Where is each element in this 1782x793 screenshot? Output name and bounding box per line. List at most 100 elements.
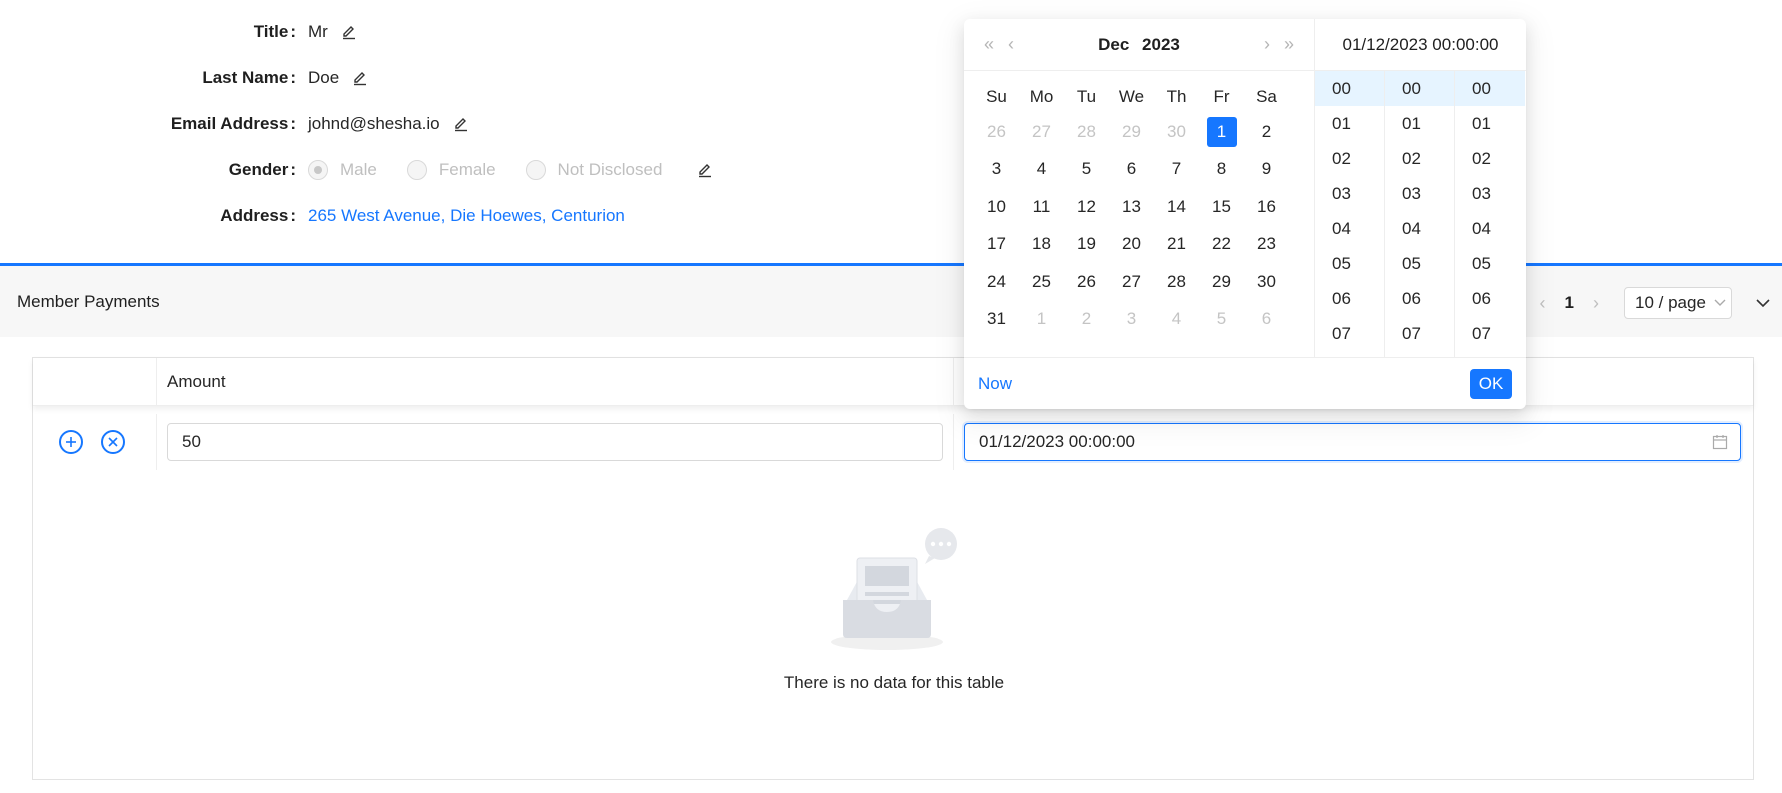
pagination: ‹ 1 › 10 / page	[1521, 286, 1782, 320]
calendar-day[interactable]: 20	[1109, 226, 1154, 264]
calendar-day[interactable]: 27	[1019, 113, 1064, 151]
address-link[interactable]: 265 West Avenue, Die Hoewes, Centurion	[308, 206, 625, 226]
calendar-day[interactable]: 16	[1244, 188, 1289, 226]
calendar-day[interactable]: 29	[1109, 113, 1154, 151]
amount-column-header[interactable]: Amount	[157, 358, 954, 406]
calendar-day[interactable]: 1	[1019, 301, 1064, 339]
calendar-day[interactable]: 14	[1154, 188, 1199, 226]
amount-input[interactable]: 50	[167, 423, 943, 461]
prev-page-icon[interactable]: ‹	[1533, 293, 1553, 314]
collapse-panel-icon[interactable]	[1748, 298, 1778, 308]
second-option[interactable]: 07	[1455, 316, 1525, 351]
edit-title-icon[interactable]	[340, 23, 358, 41]
next-year-icon[interactable]: »	[1278, 34, 1300, 55]
edit-last-name-icon[interactable]	[351, 69, 369, 87]
gender-label: Gender	[0, 160, 296, 180]
hour-column[interactable]: 00 01 02 03 04 05 06 07	[1315, 71, 1385, 357]
calendar-day[interactable]: 24	[974, 263, 1019, 301]
minute-option[interactable]: 06	[1385, 281, 1454, 316]
current-page[interactable]: 1	[1565, 293, 1574, 313]
gender-option-not-disclosed[interactable]: Not Disclosed	[525, 160, 662, 180]
weekday-label: We	[1118, 87, 1145, 106]
calendar-day[interactable]: 15	[1199, 188, 1244, 226]
gender-option-male[interactable]: Male	[308, 160, 377, 180]
calendar-day[interactable]: 30	[1244, 263, 1289, 301]
minute-column[interactable]: 00 01 02 03 04 05 06 07	[1385, 71, 1455, 357]
second-option[interactable]: 00	[1455, 71, 1525, 106]
calendar-day[interactable]: 21	[1154, 226, 1199, 264]
hour-option[interactable]: 06	[1315, 281, 1384, 316]
next-page-icon[interactable]: ›	[1586, 293, 1606, 314]
minute-option[interactable]: 02	[1385, 141, 1454, 176]
calendar-day[interactable]: 17	[974, 226, 1019, 264]
minute-option[interactable]: 07	[1385, 316, 1454, 351]
hour-option[interactable]: 07	[1315, 316, 1384, 351]
page-size-select[interactable]: 10 / page	[1624, 287, 1732, 319]
year-select[interactable]: 2023	[1142, 35, 1180, 54]
date-input[interactable]: 01/12/2023 00:00:00	[964, 423, 1741, 461]
calendar-day[interactable]: 30	[1154, 113, 1199, 151]
calendar-day[interactable]: 6	[1244, 301, 1289, 339]
hour-option[interactable]: 03	[1315, 176, 1384, 211]
calendar-day[interactable]: 12	[1064, 188, 1109, 226]
hour-option[interactable]: 05	[1315, 246, 1384, 281]
calendar-day[interactable]: 3	[974, 151, 1019, 189]
calendar-day[interactable]: 2	[1244, 113, 1289, 151]
calendar-day[interactable]: 2	[1064, 301, 1109, 339]
minute-option[interactable]: 04	[1385, 211, 1454, 246]
calendar-day[interactable]: 7	[1154, 151, 1199, 189]
calendar-day[interactable]: 26	[974, 113, 1019, 151]
minute-option[interactable]: 05	[1385, 246, 1454, 281]
now-button[interactable]: Now	[978, 374, 1012, 394]
second-option[interactable]: 01	[1455, 106, 1525, 141]
calendar-day[interactable]: 19	[1064, 226, 1109, 264]
calendar-day[interactable]: 29	[1199, 263, 1244, 301]
calendar-day[interactable]: 4	[1019, 151, 1064, 189]
prev-year-icon[interactable]: «	[978, 34, 1000, 55]
next-month-icon[interactable]: ›	[1256, 34, 1278, 55]
calendar-day[interactable]: 18	[1019, 226, 1064, 264]
calendar-day[interactable]: 13	[1109, 188, 1154, 226]
calendar-day[interactable]: 6	[1109, 151, 1154, 189]
minute-option[interactable]: 01	[1385, 106, 1454, 141]
calendar-day[interactable]: 10	[974, 188, 1019, 226]
gender-option-female[interactable]: Female	[406, 160, 496, 180]
cancel-row-icon[interactable]	[101, 430, 125, 454]
second-option[interactable]: 04	[1455, 211, 1525, 246]
page-size-value: 10 / page	[1635, 293, 1706, 312]
edit-gender-icon[interactable]	[696, 161, 714, 179]
calendar-day[interactable]: 23	[1244, 226, 1289, 264]
hour-option[interactable]: 00	[1315, 71, 1384, 106]
second-option[interactable]: 06	[1455, 281, 1525, 316]
calendar-day[interactable]: 5	[1064, 151, 1109, 189]
prev-month-icon[interactable]: ‹	[1000, 34, 1022, 55]
calendar-day[interactable]: 22	[1199, 226, 1244, 264]
calendar-day[interactable]: 25	[1019, 263, 1064, 301]
ok-button[interactable]: OK	[1470, 368, 1512, 399]
hour-option[interactable]: 02	[1315, 141, 1384, 176]
calendar-day[interactable]: 27	[1109, 263, 1154, 301]
calendar-day[interactable]: 9	[1244, 151, 1289, 189]
calendar-day[interactable]: 28	[1064, 113, 1109, 151]
calendar-day[interactable]: 8	[1199, 151, 1244, 189]
calendar-day[interactable]: 31	[974, 301, 1019, 339]
second-option[interactable]: 03	[1455, 176, 1525, 211]
calendar-day-selected[interactable]: 1	[1199, 113, 1244, 151]
hour-option[interactable]: 01	[1315, 106, 1384, 141]
calendar-icon[interactable]	[1712, 434, 1728, 455]
calendar-day[interactable]: 26	[1064, 263, 1109, 301]
calendar-day[interactable]: 3	[1109, 301, 1154, 339]
minute-option[interactable]: 00	[1385, 71, 1454, 106]
calendar-day[interactable]: 4	[1154, 301, 1199, 339]
month-select[interactable]: Dec	[1098, 35, 1129, 54]
calendar-day[interactable]: 5	[1199, 301, 1244, 339]
calendar-day[interactable]: 28	[1154, 263, 1199, 301]
second-option[interactable]: 02	[1455, 141, 1525, 176]
edit-email-icon[interactable]	[452, 115, 470, 133]
hour-option[interactable]: 04	[1315, 211, 1384, 246]
add-row-icon[interactable]	[59, 430, 83, 454]
minute-option[interactable]: 03	[1385, 176, 1454, 211]
calendar-day[interactable]: 11	[1019, 188, 1064, 226]
second-option[interactable]: 05	[1455, 246, 1525, 281]
second-column[interactable]: 00 01 02 03 04 05 06 07	[1455, 71, 1525, 357]
